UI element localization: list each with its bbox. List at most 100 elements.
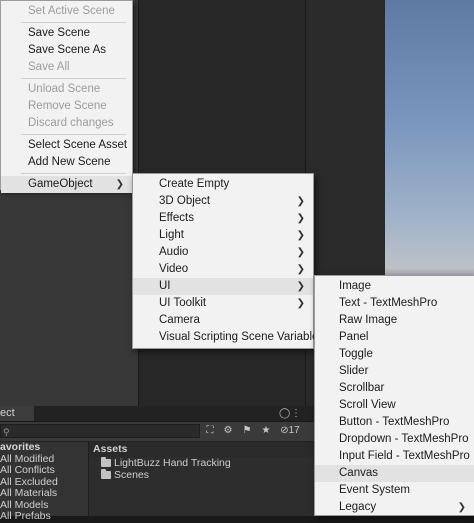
favorite-all-conflicts[interactable]: All Conflicts: [0, 464, 88, 477]
menu-dots-icon[interactable]: ⋮: [291, 407, 301, 421]
folder-label: Scenes: [114, 469, 150, 481]
menu-item-label: Add New Scene: [28, 156, 111, 168]
label-filter-icon[interactable]: ⚑: [239, 424, 255, 438]
gameobject-item-ui-toolkit[interactable]: UI Toolkit ❯: [133, 295, 313, 312]
menu-item-label: Legacy: [339, 501, 377, 513]
ui-item-slider[interactable]: Slider: [315, 363, 474, 380]
gameobject-item-create-empty[interactable]: Create Empty: [133, 176, 313, 193]
menu-item-label: Scroll View: [339, 399, 396, 411]
menu-item-save-scene[interactable]: Save Scene: [1, 25, 132, 42]
chevron-right-icon: ❯: [296, 281, 305, 292]
chevron-right-icon: ❯: [296, 247, 305, 258]
menu-item-label: Image: [339, 280, 371, 292]
lock-icon[interactable]: ◯: [279, 407, 290, 421]
menu-item-label: Set Active Scene: [28, 5, 115, 17]
ui-item-button-textmeshpro[interactable]: Button - TextMeshPro: [315, 414, 474, 431]
menu-item-label: Unload Scene: [28, 83, 101, 95]
gameobject-item-effects[interactable]: Effects ❯: [133, 210, 313, 227]
ui-item-scroll-view[interactable]: Scroll View: [315, 397, 474, 414]
gameobject-item-light[interactable]: Light ❯: [133, 227, 313, 244]
menu-item-label: Save Scene: [28, 27, 91, 39]
ui-item-text-textmeshpro[interactable]: Text - TextMeshPro: [315, 295, 474, 312]
search-input[interactable]: ⚲: [0, 424, 200, 438]
favorite-all-prefabs[interactable]: All Prefabs: [0, 510, 88, 523]
menu-item-label: Remove Scene: [28, 100, 107, 112]
ui-item-image[interactable]: Image: [315, 278, 474, 295]
menu-item-set-active-scene: Set Active Scene: [1, 3, 132, 20]
menu-item-label: Event System: [339, 484, 410, 496]
menu-item-label: Raw Image: [339, 314, 398, 326]
menu-separator: [21, 78, 126, 79]
chevron-right-icon: ❯: [115, 179, 124, 190]
chevron-right-icon: ❯: [296, 196, 305, 207]
menu-item-select-scene-asset[interactable]: Select Scene Asset: [1, 137, 132, 154]
favorites-header[interactable]: avorites: [0, 441, 88, 454]
menu-item-label: Slider: [339, 365, 369, 377]
menu-item-label: Save All: [28, 61, 70, 73]
search-icon: ⚲: [3, 427, 10, 437]
menu-item-label: UI Toolkit: [159, 297, 207, 309]
menu-item-label: Scrollbar: [339, 382, 385, 394]
gameobject-item-3d-object[interactable]: 3D Object ❯: [133, 193, 313, 210]
menu-item-label: GameObject: [28, 178, 93, 190]
favorite-all-materials[interactable]: All Materials: [0, 487, 88, 500]
menu-item-label: 3D Object: [159, 195, 211, 207]
menu-item-remove-scene: Remove Scene: [1, 98, 132, 115]
ui-item-event-system[interactable]: Event System: [315, 482, 474, 499]
menu-item-label: Visual Scripting Scene Variables: [159, 331, 325, 343]
menu-item-gameobject[interactable]: GameObject ❯: [1, 176, 132, 193]
menu-item-label: Button - TextMeshPro: [339, 416, 450, 428]
menu-item-add-new-scene[interactable]: Add New Scene: [1, 154, 132, 171]
search-scope-icon[interactable]: ⛶: [203, 424, 217, 438]
menu-item-save-scene-as[interactable]: Save Scene As: [1, 42, 132, 59]
ui-item-raw-image[interactable]: Raw Image: [315, 312, 474, 329]
menu-item-unload-scene: Unload Scene: [1, 81, 132, 98]
menu-separator: [21, 22, 126, 23]
menu-item-label: Dropdown - TextMeshPro: [339, 433, 469, 445]
menu-item-label: Create Empty: [159, 178, 230, 190]
chevron-right-icon: ❯: [296, 230, 305, 241]
menu-item-label: Discard changes: [28, 117, 114, 129]
menu-item-label: Panel: [339, 331, 369, 343]
menu-item-label: Input Field - TextMeshPro: [339, 450, 470, 462]
type-filter-icon[interactable]: ⚙: [220, 424, 236, 438]
gameobject-item-camera[interactable]: Camera: [133, 312, 313, 329]
gameobject-item-video[interactable]: Video ❯: [133, 261, 313, 278]
favorites-pane: avorites All Modified All Conflicts All Exc…: [0, 441, 89, 522]
hidden-count: 17: [288, 425, 300, 436]
ui-item-panel[interactable]: Panel: [315, 329, 474, 346]
scene-context-menu: Set Active Scene Save Scene Save Scene As S…: [0, 0, 133, 193]
menu-item-label: Video: [159, 263, 189, 275]
favorite-icon[interactable]: ★: [258, 424, 274, 438]
chevron-right-icon: ❯: [457, 502, 466, 513]
ui-item-legacy[interactable]: Legacy ❯: [315, 499, 474, 516]
ui-item-toggle[interactable]: Toggle: [315, 346, 474, 363]
chevron-right-icon: ❯: [296, 264, 305, 275]
ui-item-dropdown-textmeshpro[interactable]: Dropdown - TextMeshPro: [315, 431, 474, 448]
menu-item-label: Camera: [159, 314, 200, 326]
menu-item-label: Select Scene Asset: [28, 139, 128, 151]
menu-item-label: Save Scene As: [28, 44, 106, 56]
tab-project[interactable]: ect: [0, 406, 34, 421]
gameobject-submenu: Create Empty 3D Object ❯ Effects ❯ Light ❯ Audi…: [132, 173, 324, 349]
folder-icon: [101, 457, 111, 467]
menu-item-label: Toggle: [339, 348, 373, 360]
ui-item-canvas[interactable]: Canvas: [315, 465, 474, 482]
folder-icon: [101, 469, 111, 479]
menu-separator: [21, 134, 126, 135]
menu-item-label: Text - TextMeshPro: [339, 297, 438, 309]
gameobject-item-visual-scripting-scene-variables[interactable]: Visual Scripting Scene Variables: [133, 329, 324, 346]
gameobject-item-ui[interactable]: UI ❯: [133, 278, 313, 295]
ui-item-scrollbar[interactable]: Scrollbar: [315, 380, 474, 397]
gameobject-item-audio[interactable]: Audio ❯: [133, 244, 313, 261]
menu-item-save-all: Save All: [1, 59, 132, 76]
menu-item-label: Canvas: [339, 467, 378, 479]
menu-item-label: Light: [159, 229, 184, 241]
folder-label: LightBuzz Hand Tracking: [114, 457, 231, 469]
hidden-packages-icon[interactable]: ⊘17: [278, 424, 302, 438]
menu-item-label: Effects: [159, 212, 194, 224]
ui-item-input-field-textmeshpro[interactable]: Input Field - TextMeshPro: [315, 448, 474, 465]
chevron-right-icon: ❯: [296, 298, 305, 309]
menu-item-label: Audio: [159, 246, 189, 258]
menu-item-label: UI: [159, 280, 171, 292]
